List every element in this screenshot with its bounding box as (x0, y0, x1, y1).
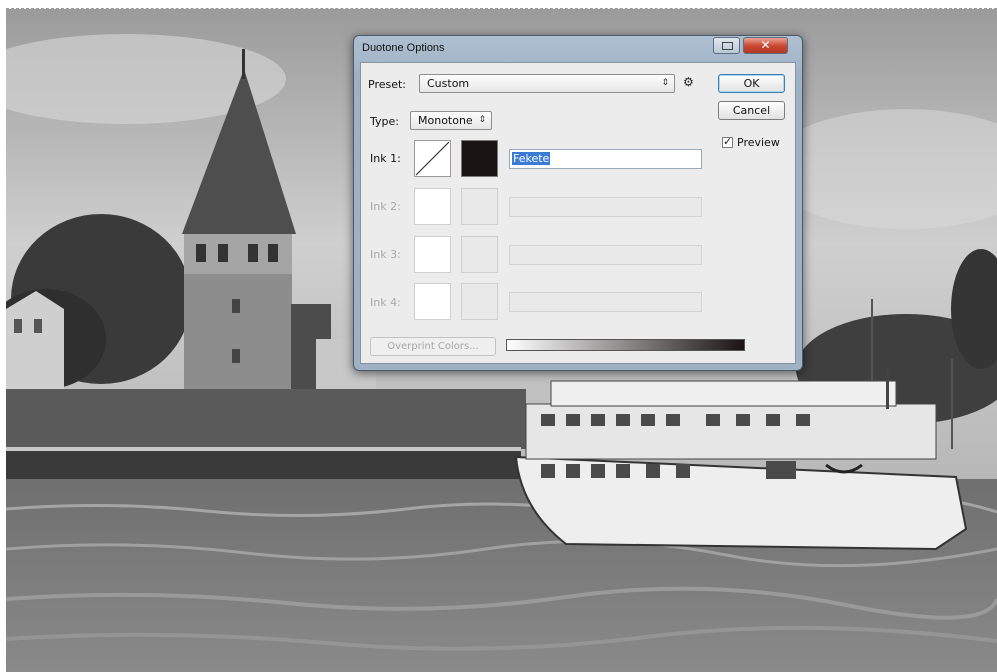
curve-icon (415, 141, 450, 176)
ink4-color-swatch[interactable] (461, 283, 498, 320)
ink1-name-value: Fekete (512, 152, 551, 165)
duotone-gradient-preview (506, 339, 745, 351)
ink2-color-swatch[interactable] (461, 188, 498, 225)
title-bar[interactable]: Duotone Options ✕ (354, 36, 802, 62)
preset-value: Custom (427, 77, 470, 90)
chevron-updown-icon: ⇕ (478, 115, 486, 125)
restore-button[interactable] (713, 37, 740, 54)
ink2-curve-box[interactable] (414, 188, 451, 225)
preview-checkbox[interactable]: ✓ (722, 135, 733, 148)
preset-select[interactable]: Custom ⇕ (419, 74, 675, 93)
ink3-label: Ink 3: (370, 248, 401, 261)
ink1-curve-box[interactable] (414, 140, 451, 177)
ink3-color-swatch[interactable] (461, 236, 498, 273)
type-label: Type: (370, 115, 399, 128)
restore-icon (722, 42, 733, 50)
dialog-title: Duotone Options (362, 42, 445, 54)
ink3-curve-box[interactable] (414, 236, 451, 273)
preset-label: Preset: (368, 78, 407, 91)
gear-icon[interactable]: ⚙ (683, 75, 694, 89)
checkmark-icon: ✓ (723, 135, 733, 148)
ink2-name-field[interactable] (509, 197, 702, 217)
ink1-label: Ink 1: (370, 152, 401, 165)
ink1-color-swatch[interactable] (461, 140, 498, 177)
ink3-name-field[interactable] (509, 245, 702, 265)
overprint-colors-button[interactable]: Overprint Colors... (370, 337, 496, 356)
type-select[interactable]: Monotone ⇕ (410, 111, 492, 130)
ok-button[interactable]: OK (718, 74, 785, 93)
cancel-button[interactable]: Cancel (718, 101, 785, 120)
close-icon: ✕ (760, 38, 771, 52)
type-value: Monotone (418, 114, 473, 127)
chevron-updown-icon: ⇕ (661, 78, 669, 88)
ink4-curve-box[interactable] (414, 283, 451, 320)
close-button[interactable]: ✕ (743, 37, 788, 54)
preview-label: Preview (737, 136, 780, 149)
ink2-label: Ink 2: (370, 200, 401, 213)
ink4-label: Ink 4: (370, 296, 401, 309)
ink4-name-field[interactable] (509, 292, 702, 312)
ink1-name-field[interactable]: Fekete (509, 149, 702, 169)
